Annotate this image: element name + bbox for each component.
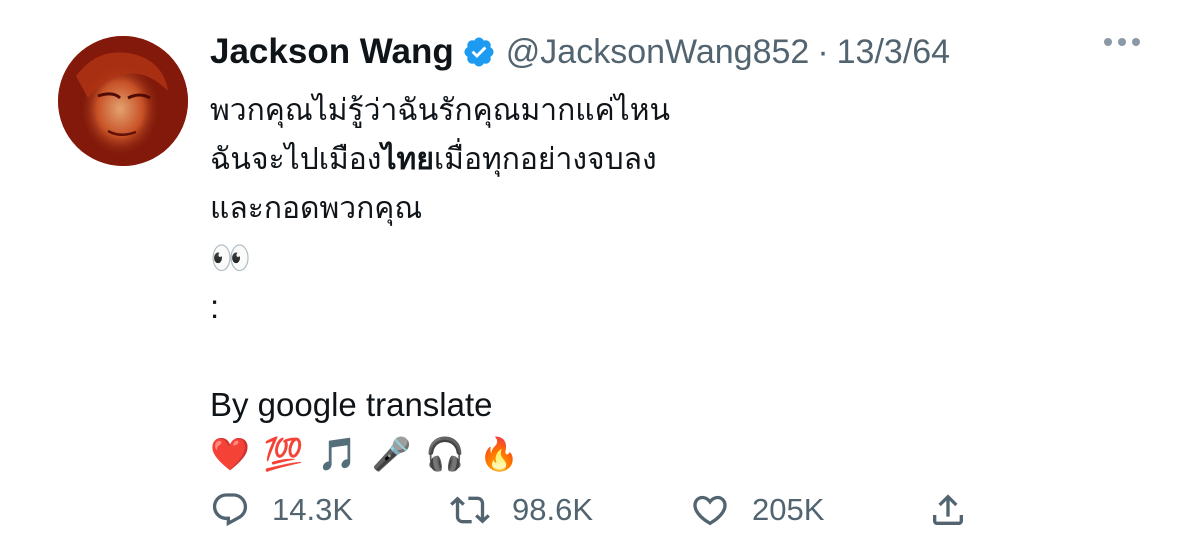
tweet-line-2-post: เมื่อทุกอย่างจบลง [433, 142, 657, 177]
verified-badge-icon [462, 35, 496, 69]
retweet-button[interactable]: 98.6K [450, 490, 690, 530]
tweet-line-colon: : [210, 288, 220, 325]
emoji-row: ❤️ 💯 🎵 🎤 🎧 🔥 [210, 429, 1110, 478]
music-notes-emoji: 🎵 [317, 435, 358, 472]
tweet: Jackson Wang @JacksonWang852 · 13/3/64 พ… [0, 0, 1200, 538]
avatar[interactable] [58, 36, 188, 166]
reply-count: 14.3K [272, 492, 354, 527]
tweet-line-1: พวกคุณไม่รู้ว่าฉันรักคุณมากแค่ไหน [210, 93, 671, 128]
fire-emoji: 🔥 [479, 435, 520, 472]
tweet-header: Jackson Wang @JacksonWang852 · 13/3/64 [210, 28, 950, 76]
more-dot [1132, 38, 1140, 46]
eyes-emoji: 👀 [210, 239, 251, 276]
share-icon [933, 494, 963, 525]
avatar-image [58, 36, 188, 166]
retweet-icon [450, 496, 490, 524]
like-button[interactable]: 205K [690, 490, 928, 530]
share-button[interactable] [928, 490, 968, 530]
heart-emoji: ❤️ [210, 435, 250, 472]
tweet-text: พวกคุณไม่รู้ว่าฉันรักคุณมากแค่ไหน ฉันจะไ… [210, 86, 1110, 478]
tweet-line-2-pre: ฉันจะไปเมือง [210, 142, 382, 177]
tweet-actions: 14.3K 98.6K 205K [210, 490, 968, 530]
separator-dot: · [817, 32, 829, 71]
more-dot [1104, 38, 1112, 46]
retweet-count: 98.6K [512, 492, 594, 527]
heart-icon [693, 495, 727, 526]
tweet-line-3: และกอดพวกคุณ [210, 191, 423, 226]
more-options-icon[interactable] [1104, 38, 1140, 46]
more-dot [1118, 38, 1126, 46]
like-count: 205K [752, 492, 825, 527]
reply-icon [212, 493, 248, 527]
display-name[interactable]: Jackson Wang [210, 32, 454, 72]
tweet-line-translate: By google translate [210, 386, 493, 423]
user-handle[interactable]: @JacksonWang852 [506, 33, 810, 72]
reply-button[interactable]: 14.3K [210, 490, 450, 530]
microphone-emoji: 🎤 [371, 435, 412, 472]
tweet-date[interactable]: 13/3/64 [837, 33, 950, 72]
tweet-line-2: ฉันจะไปเมืองไทยเมื่อทุกอย่างจบลง [210, 135, 1110, 184]
tweet-line-2-bold: ไทย [381, 142, 434, 177]
hundred-emoji: 💯 [263, 435, 304, 472]
headphones-emoji: 🎧 [425, 435, 466, 472]
